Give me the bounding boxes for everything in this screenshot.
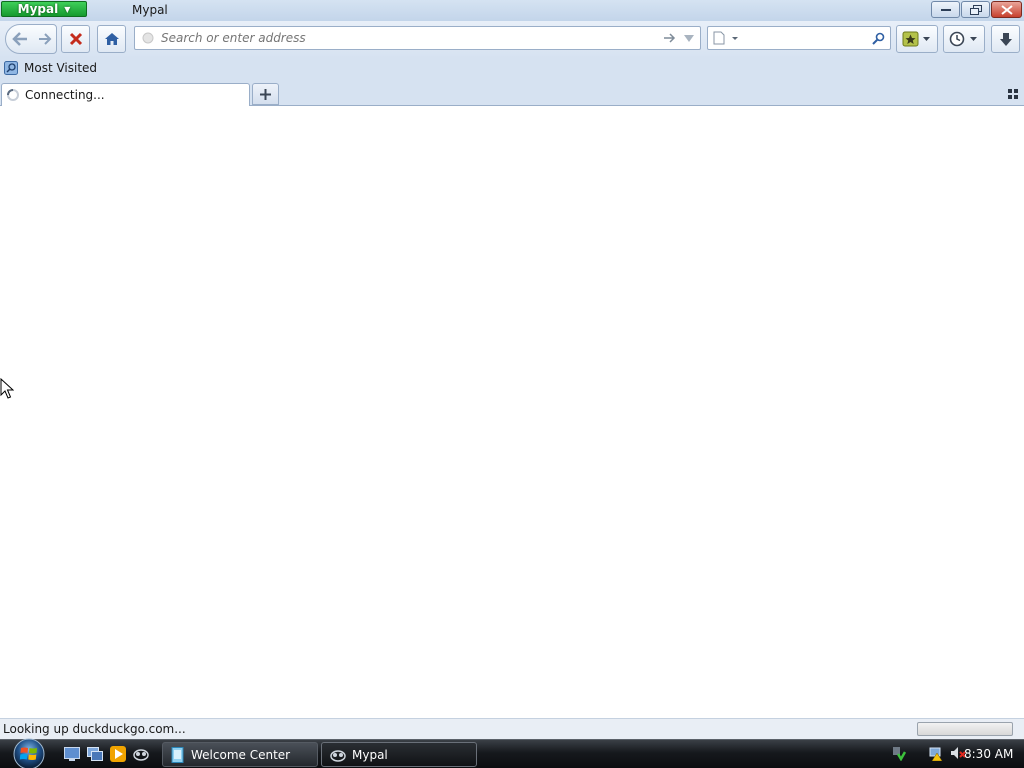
app-menu-button[interactable]: Mypal ▼ — [1, 1, 87, 17]
tab-connecting[interactable]: Connecting... — [1, 83, 250, 106]
search-bar[interactable] — [707, 26, 891, 50]
loading-spinner-icon — [7, 89, 19, 101]
quick-launch-bar — [63, 745, 150, 763]
taskbar-button-label: Welcome Center — [191, 747, 291, 762]
status-bar: Looking up duckduckgo.com... — [0, 718, 1024, 739]
history-button[interactable] — [943, 25, 985, 53]
restore-icon — [969, 4, 982, 15]
window-title: Mypal — [132, 3, 168, 17]
bookmark-most-visited[interactable]: Most Visited — [4, 61, 97, 75]
window-titlebar: Mypal ▼ Mypal — [0, 0, 1024, 21]
stop-button[interactable] — [61, 25, 90, 53]
forward-arrow-icon — [39, 33, 52, 45]
home-icon — [104, 33, 119, 45]
window-controls — [931, 1, 1022, 18]
welcome-center-icon — [171, 746, 184, 763]
go-button[interactable] — [663, 31, 677, 45]
mypal-app-icon — [330, 749, 346, 762]
media-player-icon[interactable] — [109, 745, 127, 763]
search-go-button[interactable] — [871, 31, 885, 45]
system-tray — [890, 745, 966, 764]
mouse-cursor-icon — [0, 378, 14, 399]
navigation-toolbar — [0, 21, 1024, 58]
page-content[interactable] — [0, 106, 1024, 718]
forward-button[interactable] — [34, 25, 56, 53]
site-identity-icon[interactable] — [141, 31, 155, 45]
magnifier-icon — [871, 32, 884, 45]
restore-button[interactable] — [961, 1, 990, 18]
url-input[interactable] — [161, 27, 661, 49]
mypal-quicklaunch-icon[interactable] — [132, 745, 150, 763]
back-button[interactable] — [6, 25, 34, 53]
minimize-button[interactable] — [931, 1, 960, 18]
plus-icon — [260, 88, 271, 100]
windows-logo-icon — [13, 738, 45, 768]
search-input[interactable] — [744, 27, 864, 49]
taskbar-clock[interactable]: 8:30 AM — [964, 747, 1013, 761]
stop-x-icon — [69, 32, 82, 46]
minimize-icon — [940, 8, 951, 11]
back-forward-group — [5, 24, 57, 54]
app-menu-label: Mypal — [17, 2, 59, 16]
address-bar[interactable] — [134, 26, 701, 50]
loading-progress-bar — [917, 722, 1013, 736]
list-all-tabs-button[interactable] — [1008, 88, 1018, 102]
bookmark-label: Most Visited — [24, 61, 98, 75]
go-arrow-icon — [664, 33, 676, 43]
close-window-button[interactable] — [991, 1, 1022, 18]
status-text: Looking up duckduckgo.com... — [3, 722, 186, 736]
network-warning-icon[interactable] — [928, 745, 944, 764]
bookmarks-toolbar: Most Visited — [0, 58, 1024, 81]
security-shield-icon[interactable] — [890, 745, 907, 764]
new-tab-button[interactable] — [252, 83, 279, 105]
taskbar-welcome-center[interactable]: Welcome Center — [162, 742, 318, 767]
tab-title: Connecting... — [25, 88, 105, 102]
dropdown-triangle-icon — [684, 34, 694, 42]
switch-windows-icon[interactable] — [86, 745, 104, 763]
close-icon — [1000, 4, 1013, 15]
downloads-button[interactable] — [991, 25, 1020, 53]
show-desktop-icon[interactable] — [63, 745, 81, 763]
grid-icon — [1008, 89, 1018, 99]
start-button[interactable] — [8, 737, 50, 768]
back-arrow-icon — [12, 32, 27, 46]
bookmark-star-icon — [902, 31, 930, 47]
blank-page-icon — [713, 31, 738, 45]
url-history-dropdown[interactable] — [683, 32, 695, 44]
chevron-down-icon: ▼ — [64, 4, 71, 14]
taskbar: Welcome Center Mypal 8:30 AM — [0, 737, 1024, 768]
tab-strip: Connecting... — [0, 81, 1024, 106]
clock-history-icon — [949, 31, 977, 47]
download-arrow-icon — [999, 32, 1012, 46]
bookmarks-menu-button[interactable] — [896, 25, 938, 53]
most-visited-folder-icon — [4, 61, 18, 75]
search-engine-selector[interactable] — [713, 31, 739, 45]
home-button[interactable] — [97, 25, 126, 53]
taskbar-button-label: Mypal — [352, 747, 388, 762]
taskbar-mypal[interactable]: Mypal — [321, 742, 477, 767]
